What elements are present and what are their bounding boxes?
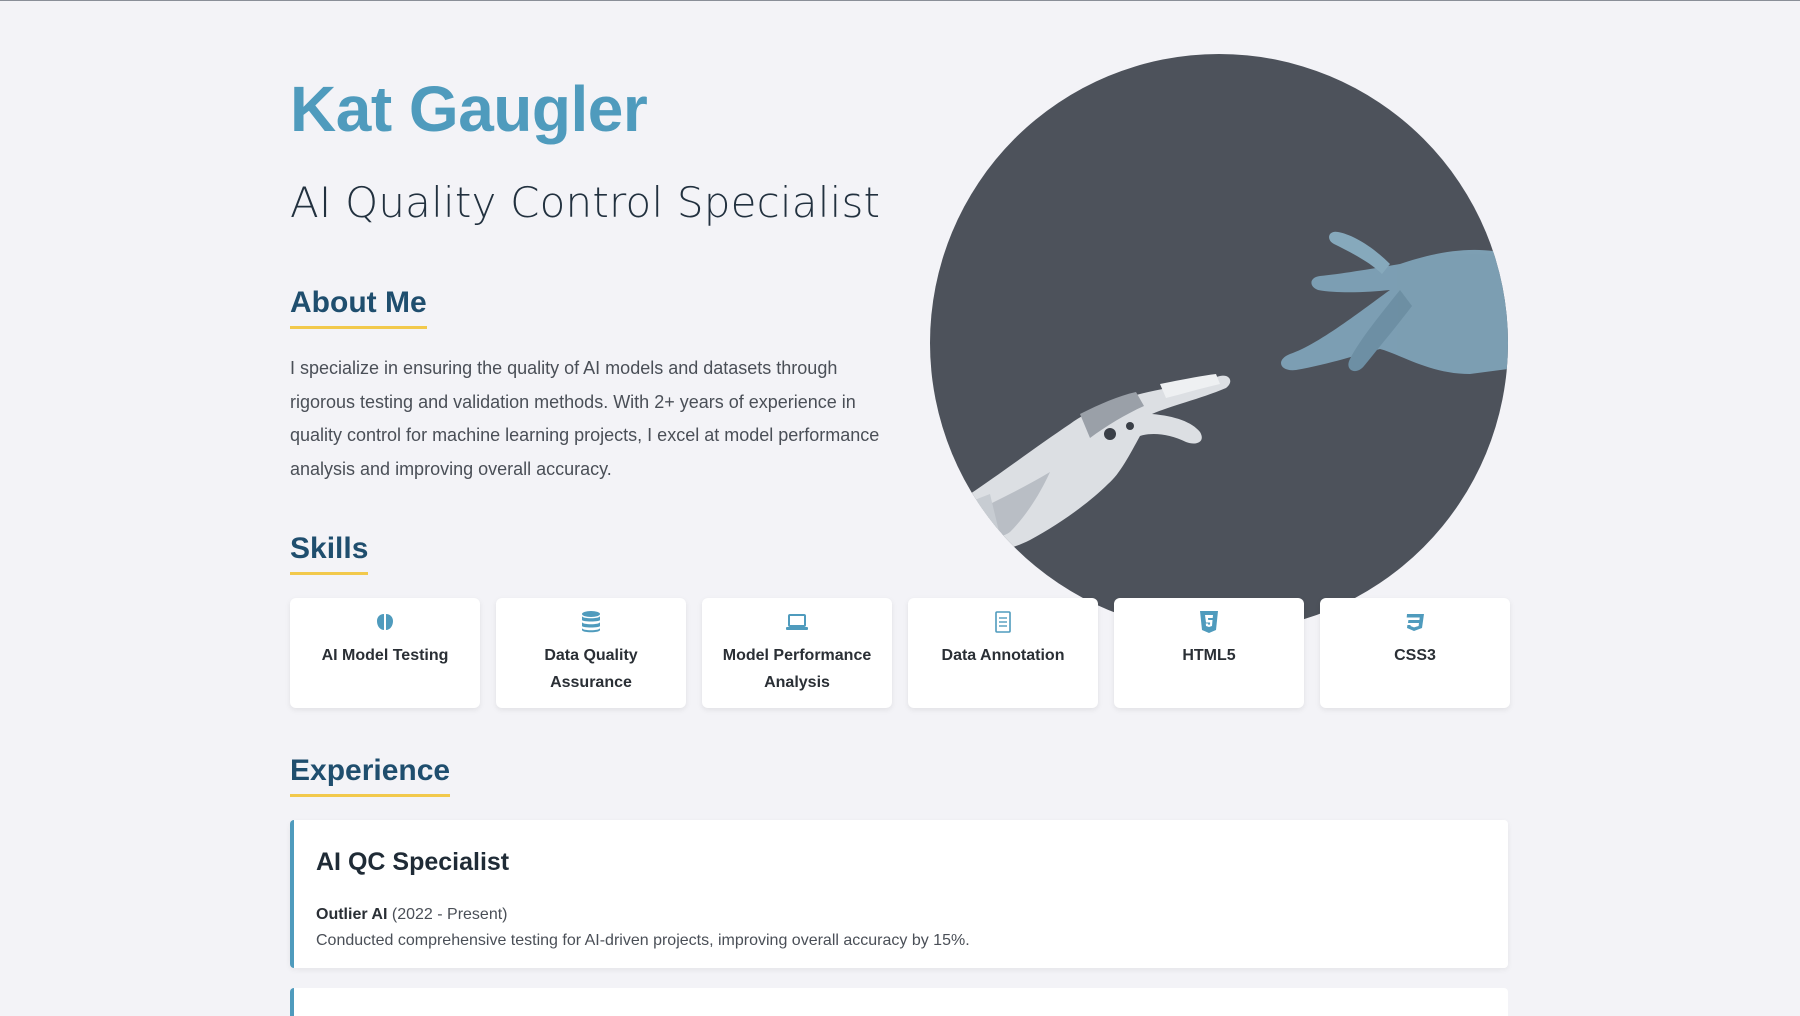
- skill-label: Data Quality Assurance: [544, 647, 638, 691]
- robot-human-hands-image: [964, 231, 1508, 554]
- experience-period: (2022 - Present): [391, 906, 508, 923]
- skill-card-data-quality-assurance: Data Quality Assurance: [496, 598, 686, 708]
- skill-card-model-performance-analysis: Model Performance Analysis: [702, 598, 892, 708]
- experience-job-title: AI QC Specialist: [316, 848, 510, 876]
- top-border: [0, 0, 1800, 1]
- skill-label: Model Performance Analysis: [722, 647, 872, 691]
- skill-card-css3: CSS3: [1320, 598, 1510, 708]
- hero-image: [930, 54, 1508, 632]
- experience-heading: Experience: [290, 754, 451, 797]
- experience-meta: Outlier AI (2022 - Present): [316, 906, 507, 924]
- person-name: Kat Gaugler: [290, 73, 648, 145]
- skills-heading: Skills: [290, 532, 369, 575]
- html5-icon: [1197, 610, 1221, 634]
- database-icon: [579, 610, 603, 634]
- brain-icon: [373, 610, 397, 634]
- skill-label: CSS3: [1394, 647, 1436, 664]
- experience-company: Outlier AI: [316, 906, 388, 923]
- document-list-icon: [991, 610, 1015, 634]
- about-text: I specialize in ensuring the quality of …: [290, 358, 880, 479]
- job-role: AI Quality Control Specialist: [290, 178, 881, 227]
- resume-page: Kat Gaugler AI Quality Control Specialis…: [0, 0, 1800, 1016]
- skill-card-html5: HTML5: [1114, 598, 1304, 708]
- skill-label: AI Model Testing: [321, 647, 449, 664]
- experience-card: [290, 988, 1508, 1016]
- skill-label: HTML5: [1182, 647, 1236, 664]
- experience-description: Conducted comprehensive testing for AI-d…: [316, 932, 970, 949]
- laptop-icon: [785, 610, 809, 634]
- skill-card-data-annotation: Data Annotation: [908, 598, 1098, 708]
- skill-card-ai-model-testing: AI Model Testing: [290, 598, 480, 708]
- css3-icon: [1403, 610, 1427, 634]
- skills-list: AI Model Testing Data Quality Assurance …: [290, 598, 1510, 708]
- experience-card: AI QC Specialist Outlier AI (2022 - Pres…: [290, 820, 1508, 968]
- skill-label: Data Annotation: [941, 647, 1065, 664]
- about-heading: About Me: [290, 286, 427, 329]
